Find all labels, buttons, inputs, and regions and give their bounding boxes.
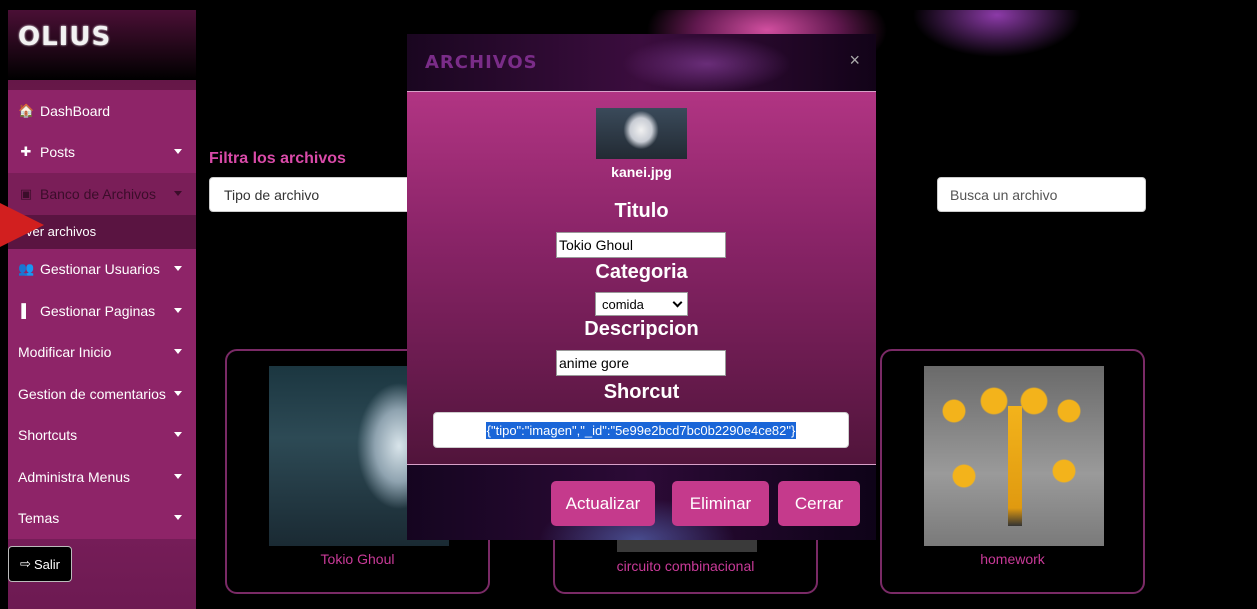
modal-header: ARCHIVOS × [407,34,876,92]
sidebar-item-temas[interactable]: Temas [8,497,196,539]
file-name: kanei.jpg [611,164,672,180]
pointer-arrow-icon [0,203,44,247]
sidebar-item-label: Gestion de comentarios [18,385,166,402]
file-icon: ▌ [21,303,31,319]
caret-down-icon [174,349,182,355]
sidebar-item-label: Temas [18,510,60,527]
close-button[interactable]: Cerrar [778,481,860,526]
sidebar: OLIUS 🏠 DashBoard ✚ Posts ▣ Banco de Arc… [8,10,196,609]
caret-down-icon [174,190,182,196]
sidebar-item-label: Modificar Inicio [18,344,112,361]
image-icon: ▣ [19,185,33,201]
logout-label: Salir [33,556,60,572]
sidebar-item-label: Shortcuts [18,427,78,444]
categoria-label: Categoria [595,261,688,283]
home-icon: 🏠 [18,102,35,118]
sidebar-item-gestionar-usuarios[interactable]: 👥 Gestionar Usuarios [8,248,196,290]
categoria-value: comida [602,296,644,312]
file-card[interactable]: circuito combinacional [553,538,818,594]
file-card[interactable]: homework [880,349,1145,594]
caret-down-icon [174,266,182,272]
file-caption: Tokio Ghoul [320,551,395,567]
modal-title: ARCHIVOS [425,52,538,73]
file-modal: ARCHIVOS × kanei.jpg Titulo Tokio Ghoul … [407,34,876,540]
sidebar-item-gestion-comentarios[interactable]: Gestion de comentarios [8,373,196,415]
chevron-down-icon [672,297,683,308]
plus-icon: ✚ [20,144,32,160]
caret-down-icon [174,515,182,521]
sidebar-item-label: DashBoard [40,102,111,119]
shortcut-label: Shorcut [603,381,680,403]
sidebar-item-administra-menus[interactable]: Administra Menus [8,456,196,498]
delete-button[interactable]: Eliminar [672,481,769,526]
sidebar-item-label: Administra Menus [18,468,131,485]
logout-button[interactable]: ⇨ Salir [8,546,72,582]
modal-footer: Actualizar Eliminar Cerrar [407,464,876,540]
file-preview-image [596,108,687,159]
shortcut-value: {"tipo":"imagen","_id":"5e99e2bcd7bc0b22… [485,421,797,439]
pencil-graphic [1008,406,1022,526]
sidebar-item-shortcuts[interactable]: Shortcuts [8,414,196,456]
sidebar-item-dashboard[interactable]: 🏠 DashBoard [8,90,196,132]
caret-down-icon [174,390,182,396]
sidebar-item-modificar-inicio[interactable]: Modificar Inicio [8,331,196,373]
file-caption: homework [980,551,1045,567]
update-button[interactable]: Actualizar [551,481,655,526]
titulo-input[interactable]: Tokio Ghoul [556,232,726,258]
sign-out-icon: ⇨ [20,556,31,571]
users-icon: 👥 [18,261,35,277]
descripcion-label: Descripcion [584,318,699,340]
sidebar-item-label: Banco de Archivos [40,185,156,202]
titulo-label: Titulo [614,200,669,222]
file-thumbnail [617,538,757,552]
shortcut-field[interactable]: {"tipo":"imagen","_id":"5e99e2bcd7bc0b22… [433,412,849,448]
caret-down-icon [174,307,182,313]
filter-title: Filtra los archivos [209,150,346,167]
logo: OLIUS [8,10,196,80]
sidebar-item-label: Gestionar Paginas [40,302,156,319]
categoria-select[interactable]: comida [595,292,688,316]
sidebar-item-label: Gestionar Usuarios [40,261,160,278]
file-caption: circuito combinacional [616,558,755,574]
sidebar-item-gestionar-paginas[interactable]: ▌ Gestionar Paginas [8,290,196,332]
descripcion-input[interactable]: anime gore [556,350,726,376]
file-thumbnail [924,366,1104,546]
sidebar-item-label: Posts [40,144,76,161]
file-type-select[interactable]: Tipo de archivo [209,177,419,212]
sidebar-item-posts[interactable]: ✚ Posts [8,131,196,173]
caret-down-icon [174,149,182,155]
close-icon[interactable]: × [849,50,860,71]
search-input[interactable] [937,177,1146,212]
caret-down-icon [174,432,182,438]
caret-down-icon [174,473,182,479]
